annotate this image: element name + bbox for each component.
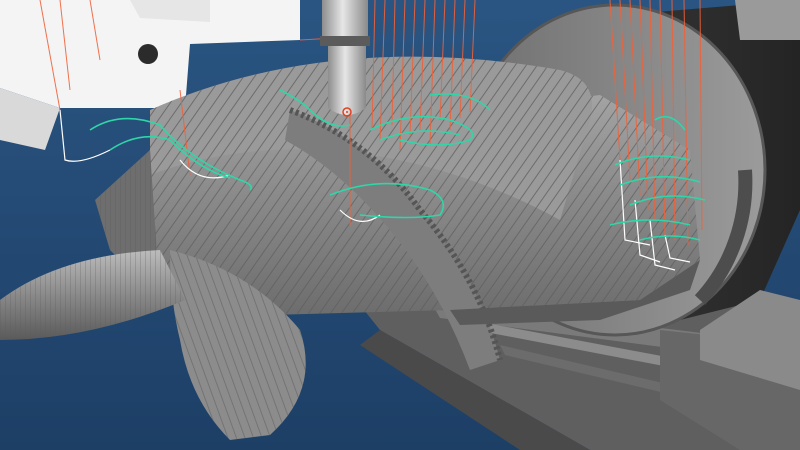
scene-canvas[interactable] bbox=[0, 0, 800, 450]
cam-3d-viewport[interactable] bbox=[0, 0, 800, 450]
